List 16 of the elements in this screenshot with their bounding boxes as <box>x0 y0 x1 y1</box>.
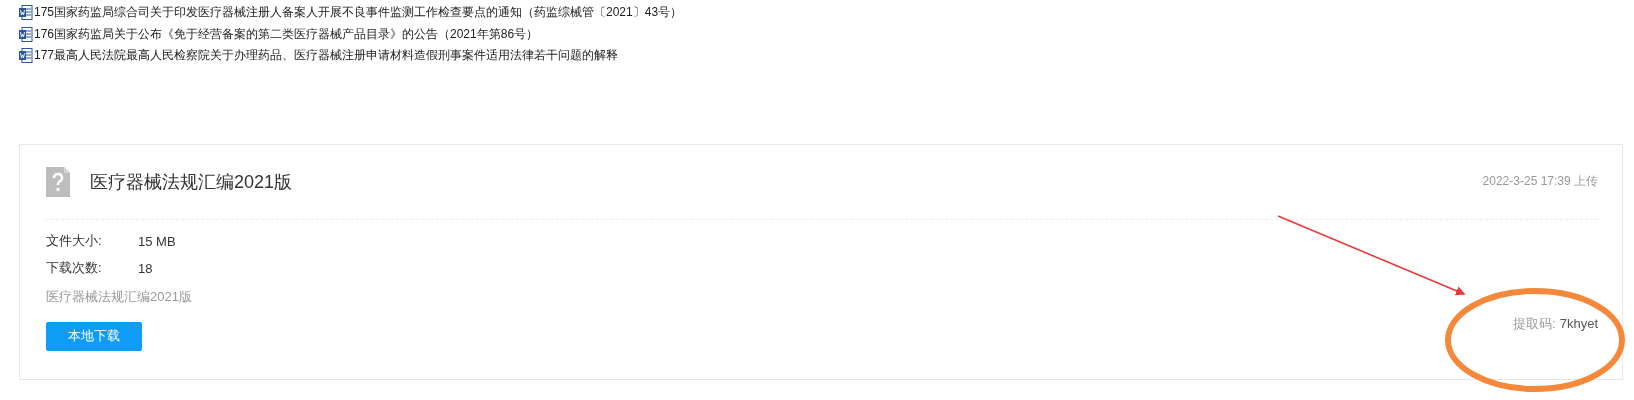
detail-label: 文件大小: <box>46 232 103 250</box>
document-link[interactable]: 176国家药监局关于公布《免于经营备案的第二类医疗器械产品目录》的公告（2021年第86号） <box>34 25 539 43</box>
document-icon <box>19 48 33 64</box>
detail-value: 15 MB <box>138 233 176 249</box>
file-title: 医疗器械法规汇编2021版 <box>90 170 294 194</box>
document-link[interactable]: 177最高人民法院最高人民检察院关于办理药品、医疗器械注册申请材料造假刑事案件适用法律若干问题的解释 <box>34 47 619 65</box>
document-icon <box>19 5 33 21</box>
file-description: 医疗器械法规汇编2021版 <box>46 287 192 306</box>
upload-time: 2022-3-25 17:39 上传 <box>1482 173 1598 190</box>
extraction-code: 7khyet <box>1559 315 1598 331</box>
unknown-file-icon <box>46 166 70 197</box>
extraction-code-label: 提取码: <box>1513 315 1556 331</box>
document-link[interactable]: 175国家药监局综合司关于印发医疗器械注册人备案人开展不良事件监测工作检查要点的通知（药监综械管〔2021〕43号） <box>34 4 683 22</box>
detail-label: 下载次数: <box>46 259 103 277</box>
document-icon <box>19 26 33 42</box>
detail-value: 18 <box>138 260 153 276</box>
